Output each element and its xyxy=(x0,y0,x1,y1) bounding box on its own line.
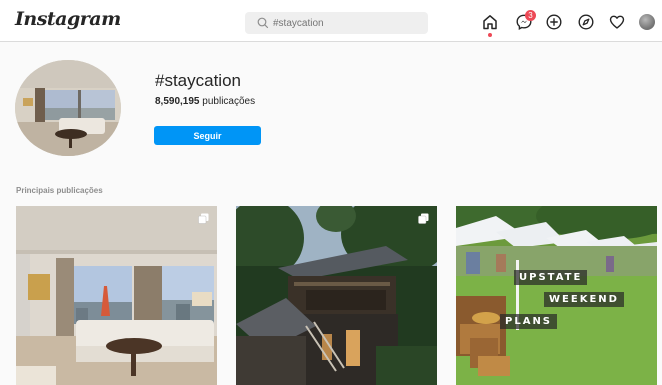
top-post-1[interactable] xyxy=(16,206,217,385)
new-post-icon[interactable] xyxy=(545,13,563,31)
follow-button[interactable]: Seguir xyxy=(154,126,261,145)
active-page-indicator xyxy=(488,33,492,37)
hashtag-title: #staycation xyxy=(155,71,241,90)
top-navigation-bar: Instagram 3 xyxy=(0,0,662,42)
instagram-logo[interactable]: Instagram xyxy=(15,8,121,30)
profile-avatar[interactable] xyxy=(639,14,655,30)
overlay-word-weekend: WEEKEND xyxy=(544,292,624,307)
post-count-number: 8,590,195 xyxy=(155,96,200,107)
top-posts-label: Principais publicações xyxy=(16,186,103,195)
hashtag-profile-image xyxy=(15,60,121,156)
activity-heart-icon[interactable] xyxy=(608,13,626,31)
home-icon[interactable] xyxy=(481,13,499,31)
post-count: 8,590,195 publicações xyxy=(155,96,255,107)
multiple-images-icon xyxy=(418,213,429,224)
search-input[interactable] xyxy=(273,15,423,31)
search-box[interactable] xyxy=(245,12,428,34)
top-post-3[interactable]: UPSTATE WEEKEND PLANS xyxy=(456,206,657,385)
overlay-word-upstate: UPSTATE xyxy=(514,270,588,285)
explore-icon[interactable] xyxy=(577,13,595,31)
top-post-2[interactable] xyxy=(236,206,437,385)
messenger-badge: 3 xyxy=(525,10,536,21)
multiple-images-icon xyxy=(198,213,209,224)
search-icon xyxy=(257,17,269,29)
overlay-word-plans: PLANS xyxy=(500,314,558,329)
post-count-label: publicações xyxy=(202,96,256,107)
